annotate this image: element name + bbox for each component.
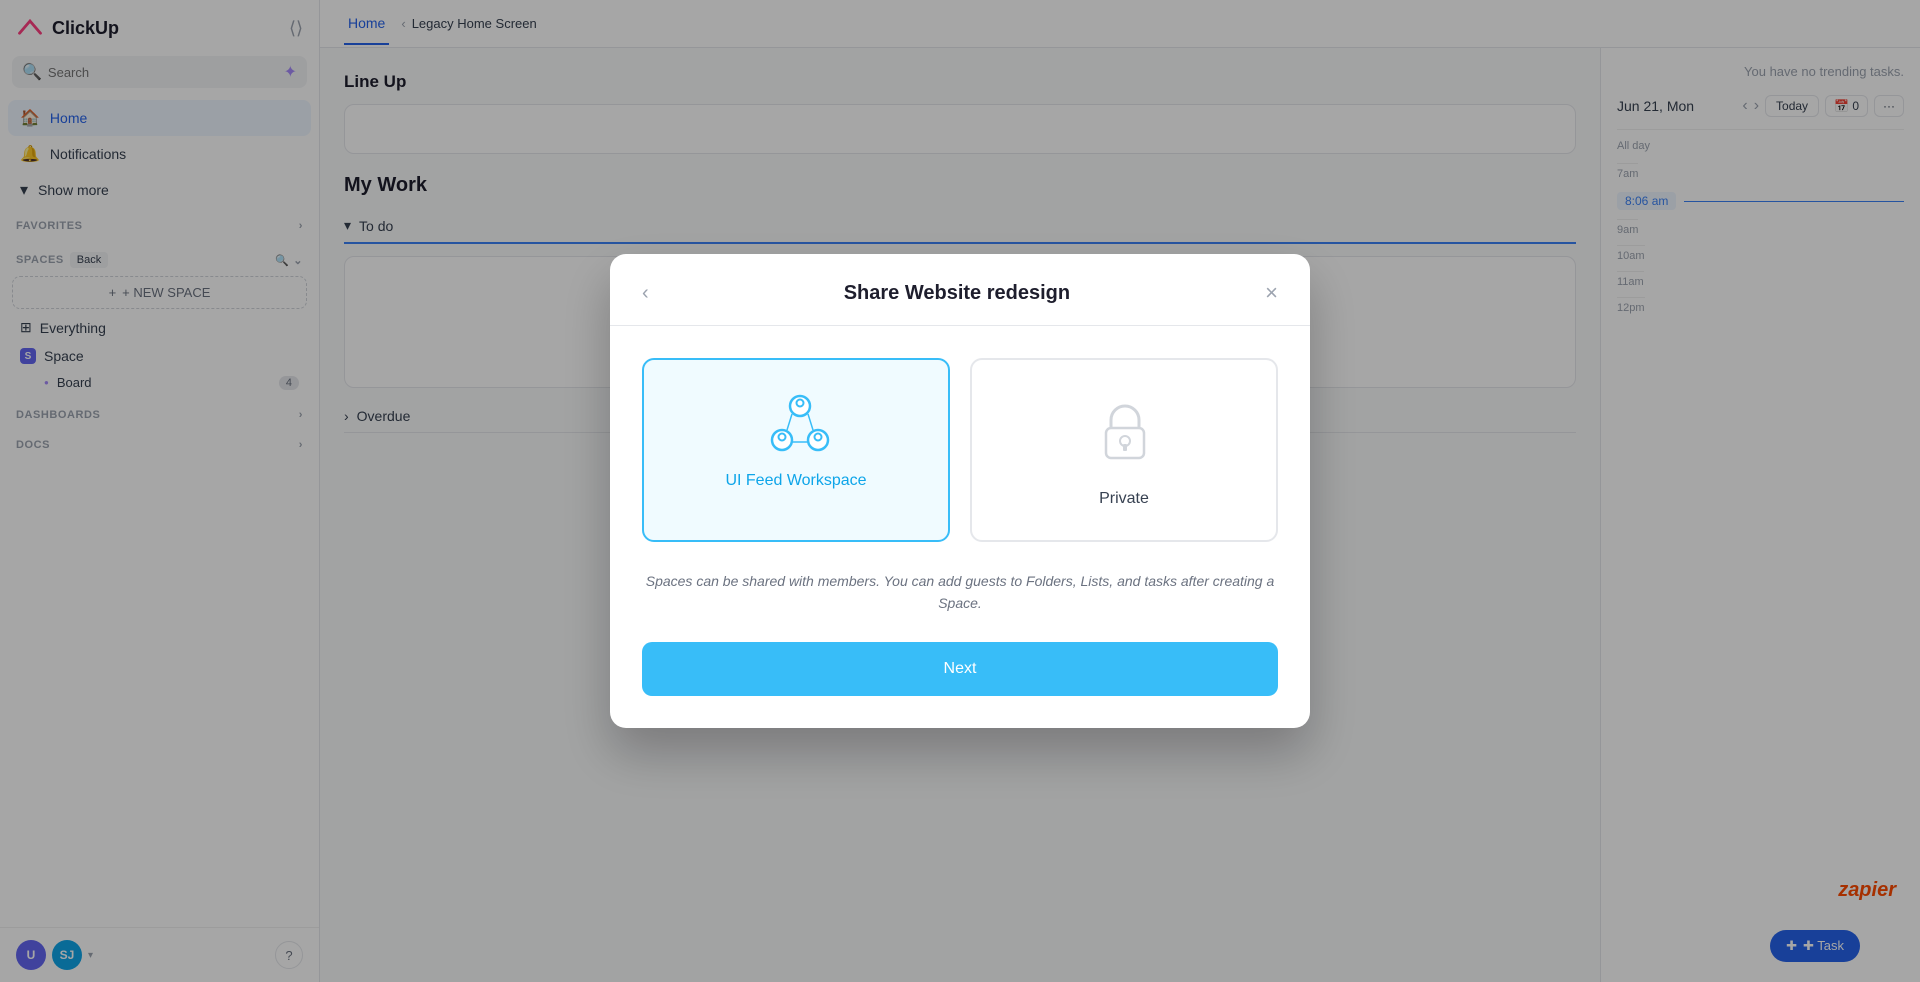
workspace-icon xyxy=(760,392,832,452)
private-option-card[interactable]: Private xyxy=(970,358,1278,542)
modal-body: UI Feed Workspace xyxy=(610,326,1310,729)
workspace-option-label: UI Feed Workspace xyxy=(725,472,866,490)
lock-icon xyxy=(1098,400,1150,470)
next-button[interactable]: Next xyxy=(642,642,1278,696)
workspace-option-card[interactable]: UI Feed Workspace xyxy=(642,358,950,542)
share-options-grid: UI Feed Workspace xyxy=(642,358,1278,542)
modal-dialog: ‹ Share Website redesign × xyxy=(610,254,1310,729)
modal-back-button[interactable]: ‹ xyxy=(642,282,649,305)
private-option-label: Private xyxy=(1099,490,1149,508)
modal-close-button[interactable]: × xyxy=(1265,282,1278,304)
spacer xyxy=(642,622,1278,642)
modal-title: Share Website redesign xyxy=(844,282,1070,305)
modal-overlay[interactable]: ‹ Share Website redesign × xyxy=(0,0,1920,982)
modal-header: ‹ Share Website redesign × xyxy=(610,254,1310,325)
share-info-text: Spaces can be shared with members. You c… xyxy=(642,570,1278,615)
